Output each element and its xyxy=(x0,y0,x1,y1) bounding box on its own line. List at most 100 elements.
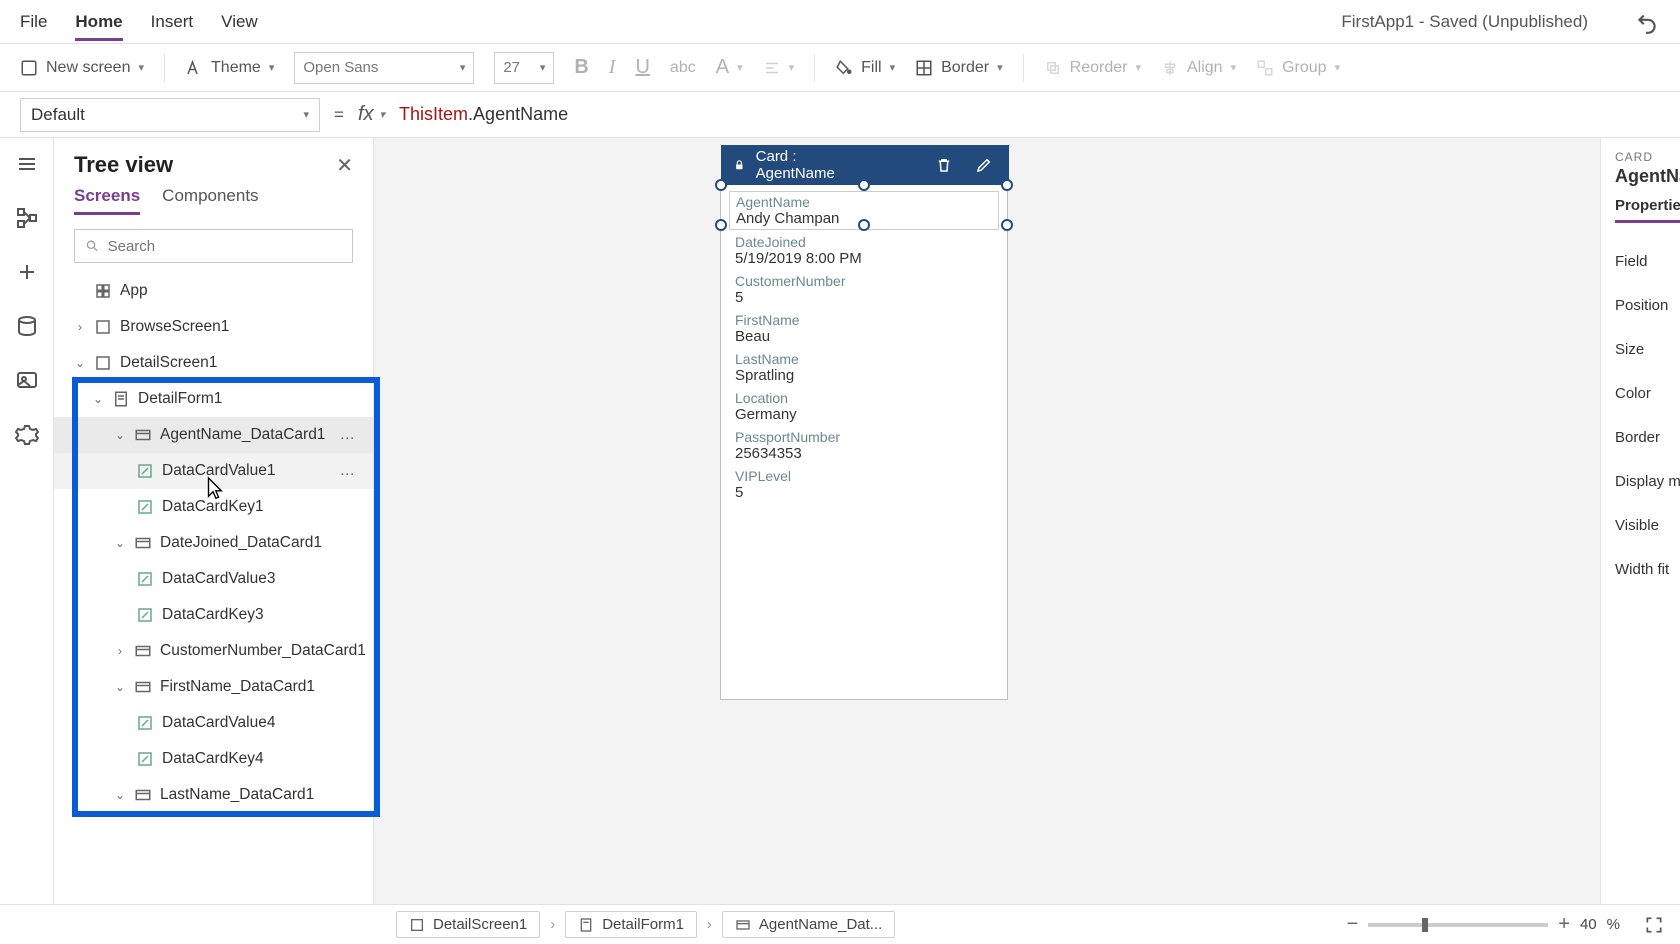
field-value: 5/19/2019 8:00 PM xyxy=(735,250,993,267)
card-icon xyxy=(735,917,751,933)
fx-icon[interactable]: fx▾ xyxy=(358,103,385,126)
text-align-button[interactable]: ▾ xyxy=(763,59,795,77)
underline-button[interactable]: U xyxy=(635,56,649,79)
property-select[interactable]: Default▾ xyxy=(20,98,320,132)
tree-node-datacardvalue4[interactable]: DataCardValue4 xyxy=(54,705,373,741)
zoom-slider[interactable] xyxy=(1368,923,1548,927)
menu-home[interactable]: Home xyxy=(75,12,122,41)
tree-node-browse-screen[interactable]: › BrowseScreen1 xyxy=(54,309,373,345)
zoom-percent: 40 xyxy=(1580,916,1597,933)
tree-node-datacardvalue3[interactable]: DataCardValue3 xyxy=(54,561,373,597)
formula-input[interactable]: ThisItem.AgentName xyxy=(399,104,568,125)
advanced-icon[interactable] xyxy=(15,422,39,446)
tree-node-detail-screen[interactable]: ⌄ DetailScreen1 xyxy=(54,345,373,381)
field-label: CustomerNumber xyxy=(735,273,993,289)
hamburger-icon[interactable] xyxy=(15,152,39,176)
undo-icon[interactable] xyxy=(1634,9,1660,35)
italic-button[interactable]: I xyxy=(609,56,616,79)
tree-node-datejoined-card[interactable]: ⌄ DateJoined_DataCard1 xyxy=(54,525,373,561)
tree-node-app[interactable]: App xyxy=(54,273,373,309)
tree-view-title: Tree view xyxy=(74,152,173,178)
property-row[interactable]: Color xyxy=(1615,371,1680,415)
form-field[interactable]: AgentNameAndy Champan xyxy=(729,191,999,230)
card-icon xyxy=(134,426,152,444)
property-row[interactable]: Width fit xyxy=(1615,547,1680,591)
menu-insert[interactable]: Insert xyxy=(151,12,194,32)
font-color-button[interactable]: A▾ xyxy=(716,56,743,79)
data-icon[interactable] xyxy=(15,314,39,338)
form-field[interactable]: VIPLevel5 xyxy=(735,468,993,501)
field-label: Location xyxy=(735,390,993,406)
properties-tab[interactable]: Properties xyxy=(1615,197,1680,223)
media-icon[interactable] xyxy=(15,368,39,392)
form-icon xyxy=(112,390,130,408)
delete-icon[interactable] xyxy=(935,156,953,174)
breadcrumb-screen[interactable]: DetailScreen1 xyxy=(396,911,540,938)
toolbar: New screen ▾ Theme ▾ Open Sans▾ 27▾ B I … xyxy=(0,44,1680,92)
border-button[interactable]: Border▾ xyxy=(915,59,1003,77)
menu-file[interactable]: File xyxy=(20,12,47,32)
font-size-select[interactable]: 27▾ xyxy=(494,52,554,84)
more-icon[interactable]: … xyxy=(340,462,358,480)
new-screen-button[interactable]: New screen ▾ xyxy=(20,59,144,77)
reorder-button[interactable]: Reorder▾ xyxy=(1044,59,1141,77)
form-icon xyxy=(578,917,594,933)
form-field[interactable]: LastNameSpratling xyxy=(735,351,993,384)
tree-node-datacardkey3[interactable]: DataCardKey3 xyxy=(54,597,373,633)
zoom-in-button[interactable]: + xyxy=(1558,913,1570,936)
tab-components[interactable]: Components xyxy=(162,186,258,215)
search-input[interactable] xyxy=(74,229,353,263)
left-rail xyxy=(0,138,54,904)
zoom-out-button[interactable]: − xyxy=(1347,913,1359,936)
card-name: AgentNam xyxy=(1615,166,1680,187)
property-row[interactable]: Border xyxy=(1615,415,1680,459)
fullscreen-icon[interactable] xyxy=(1644,915,1664,935)
app-icon xyxy=(94,282,112,300)
field-value: Andy Champan xyxy=(736,210,992,227)
tab-screens[interactable]: Screens xyxy=(74,186,140,215)
form-field[interactable]: PassportNumber25634353 xyxy=(735,429,993,462)
fill-button[interactable]: Fill▾ xyxy=(835,59,895,77)
lock-icon xyxy=(733,158,746,172)
more-icon[interactable]: … xyxy=(340,426,358,444)
form-field[interactable]: DateJoined5/19/2019 8:00 PM xyxy=(735,234,993,267)
group-button[interactable]: Group▾ xyxy=(1256,59,1340,77)
form-preview[interactable]: Card : AgentName AgentNameAndy ChampanDa… xyxy=(720,184,1008,700)
card-selection-header[interactable]: Card : AgentName xyxy=(721,145,879,185)
breadcrumb-form[interactable]: DetailForm1 xyxy=(565,911,697,938)
tree-node-datacardkey1[interactable]: DataCardKey1 xyxy=(54,489,373,525)
screen-icon xyxy=(94,318,112,336)
tree-node-agentname-card[interactable]: ⌄ AgentName_DataCard1 … xyxy=(54,417,373,453)
form-field[interactable]: CustomerNumber5 xyxy=(735,273,993,306)
property-row[interactable]: Field xyxy=(1615,239,1680,283)
field-label: VIPLevel xyxy=(735,468,993,484)
property-row[interactable]: Visible xyxy=(1615,503,1680,547)
tree-node-firstname-card[interactable]: ⌄ FirstName_DataCard1 xyxy=(54,669,373,705)
property-row[interactable]: Position xyxy=(1615,283,1680,327)
form-field[interactable]: FirstNameBeau xyxy=(735,312,993,345)
edit-icon[interactable] xyxy=(975,156,993,174)
menu-view[interactable]: View xyxy=(221,12,258,32)
property-row[interactable]: Size xyxy=(1615,327,1680,371)
tree-node-lastname-card[interactable]: ⌄ LastName_DataCard1 xyxy=(54,777,373,813)
theme-button[interactable]: Theme ▾ xyxy=(185,59,274,77)
app-title: FirstApp1 - Saved (Unpublished) xyxy=(1341,12,1588,32)
property-row[interactable]: Display mo xyxy=(1615,459,1680,503)
tree-node-datacardvalue1[interactable]: DataCardValue1 … xyxy=(54,453,373,489)
canvas[interactable]: Card : AgentName AgentNameAndy Champan Da… xyxy=(374,138,1600,904)
field-value: 5 xyxy=(735,289,993,306)
tree-node-datacardkey4[interactable]: DataCardKey4 xyxy=(54,741,373,777)
font-select[interactable]: Open Sans▾ xyxy=(294,52,474,84)
bold-button[interactable]: B xyxy=(574,56,588,79)
tree-node-detail-form[interactable]: ⌄ DetailForm1 xyxy=(54,381,373,417)
strikethrough-button[interactable]: abc xyxy=(670,59,696,77)
align-button[interactable]: Align▾ xyxy=(1161,59,1236,77)
breadcrumb-card[interactable]: AgentName_Dat... xyxy=(722,911,895,938)
tree-view-icon[interactable] xyxy=(15,206,39,230)
insert-icon[interactable] xyxy=(15,260,39,284)
close-icon[interactable]: ✕ xyxy=(336,153,353,178)
equals-sign: = xyxy=(334,105,344,125)
form-field[interactable]: LocationGermany xyxy=(735,390,993,423)
tree-node-customernumber-card[interactable]: › CustomerNumber_DataCard1 xyxy=(54,633,373,669)
tree-list: App › BrowseScreen1 ⌄ DetailScreen1 ⌄ De… xyxy=(54,273,373,904)
